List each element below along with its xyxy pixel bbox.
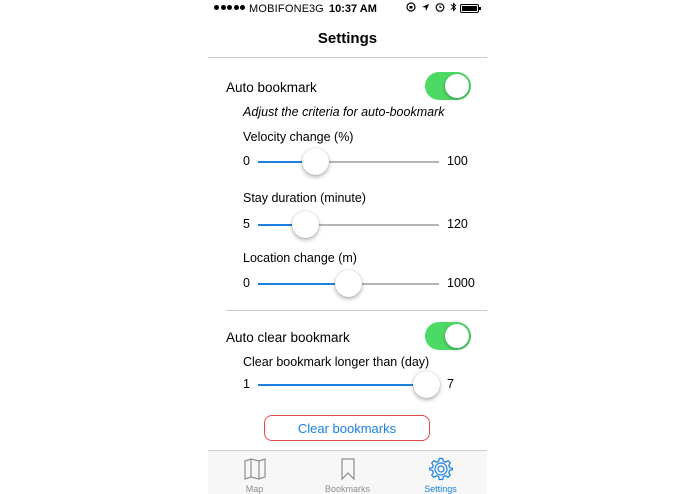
slider-thumb[interactable] xyxy=(412,371,440,398)
slider-max-label: 120 xyxy=(447,217,468,231)
bluetooth-icon xyxy=(450,2,457,12)
rotation-lock-icon xyxy=(406,2,416,12)
slider-track[interactable] xyxy=(258,270,439,297)
velocity-change-label: Velocity change (%) xyxy=(243,130,354,144)
slider-track[interactable] xyxy=(258,148,439,175)
slider-track[interactable] xyxy=(258,211,439,238)
slider-max-label: 1000 xyxy=(447,276,475,290)
slider-min-label: 1 xyxy=(243,377,250,391)
nav-divider xyxy=(208,57,487,58)
tab-label: Bookmarks xyxy=(324,484,370,494)
slider-fill xyxy=(258,384,439,386)
alarm-icon xyxy=(435,3,445,12)
settings-screen: MOBIFONE 3G 10:37 AM Settings Auto bookm… xyxy=(208,0,487,494)
tab-label: Settings xyxy=(424,484,457,494)
location-icon xyxy=(421,3,430,11)
slider-max-label: 7 xyxy=(447,377,454,391)
status-icons xyxy=(406,2,457,12)
stay-duration-slider[interactable]: 5 120 xyxy=(243,210,475,240)
location-change-label: Location change (m) xyxy=(243,251,357,265)
toggle-knob xyxy=(445,74,469,98)
location-change-slider[interactable]: 0 1000 xyxy=(243,269,475,299)
tab-bookmarks[interactable]: Bookmarks xyxy=(301,451,394,494)
signal-strength-icon xyxy=(214,5,245,10)
auto-bookmark-toggle[interactable] xyxy=(425,72,471,100)
bookmark-icon xyxy=(340,458,355,481)
gear-icon xyxy=(428,457,453,481)
carrier-name: MOBIFONE xyxy=(249,3,310,15)
slider-track[interactable] xyxy=(258,371,440,398)
clear-bookmarks-button[interactable]: Clear bookmarks xyxy=(264,415,430,441)
status-bar: MOBIFONE 3G 10:37 AM xyxy=(208,0,487,18)
map-icon xyxy=(243,458,266,480)
battery-icon xyxy=(460,4,481,13)
status-time: 10:37 AM xyxy=(329,3,377,15)
slider-max-label: 100 xyxy=(447,154,468,168)
auto-clear-label: Auto clear bookmark xyxy=(226,330,350,345)
tab-label: Map xyxy=(245,484,264,494)
slider-min-label: 0 xyxy=(243,276,250,290)
tab-map[interactable]: Map xyxy=(208,451,301,494)
slider-thumb[interactable] xyxy=(291,211,319,238)
network-type: 3G xyxy=(309,3,324,15)
slider-thumb[interactable] xyxy=(302,148,330,175)
clear-days-slider[interactable]: 1 7 xyxy=(243,370,475,400)
toggle-knob xyxy=(445,324,469,348)
velocity-change-slider[interactable]: 0 100 xyxy=(243,147,475,177)
slider-thumb[interactable] xyxy=(335,270,362,297)
auto-bookmark-hint: Adjust the criteria for auto-bookmark xyxy=(243,105,445,119)
clear-longer-than-label: Clear bookmark longer than (day) xyxy=(243,355,430,369)
tab-settings[interactable]: Settings xyxy=(394,451,487,494)
slider-min-label: 0 xyxy=(243,154,250,168)
tab-bar: Map Bookmarks Settings xyxy=(208,450,487,494)
slider-min-label: 5 xyxy=(243,217,250,231)
section-divider xyxy=(226,310,487,311)
stay-duration-label: Stay duration (minute) xyxy=(243,191,366,205)
page-title: Settings xyxy=(317,30,378,47)
auto-clear-toggle[interactable] xyxy=(425,322,471,350)
auto-bookmark-label: Auto bookmark xyxy=(226,80,317,95)
